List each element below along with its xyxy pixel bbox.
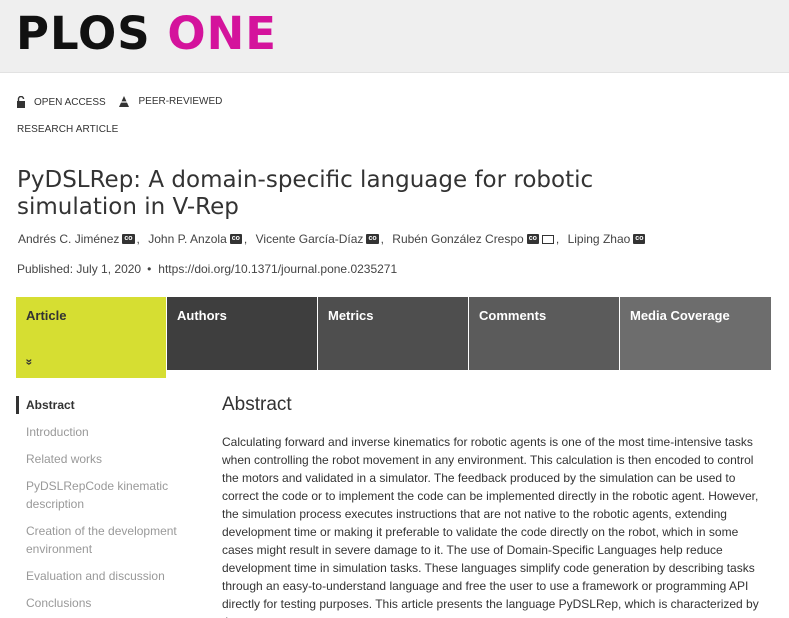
open-access-badge[interactable]: OPEN ACCESS (16, 96, 106, 108)
abstract-text: Calculating forward and inverse kinemati… (222, 435, 759, 618)
author-name: Rubén González Crespo (392, 232, 524, 246)
tab-label: Comments (479, 308, 547, 323)
tab-label: Authors (177, 308, 227, 323)
author-name: Andrés C. Jiménez (18, 232, 120, 246)
nav-item-introduction[interactable]: Introduction (16, 423, 196, 441)
tab-article[interactable]: Article » (16, 297, 167, 378)
nav-item-evaluation[interactable]: Evaluation and discussion (16, 567, 196, 585)
site-header: PLOS ONE (0, 0, 789, 73)
author-item[interactable]: John P. Anzola co, (148, 232, 252, 246)
logo-part-plos: PLOS (16, 7, 151, 60)
peer-reviewed-badge[interactable]: PEER-REVIEWED (118, 95, 222, 108)
plos-one-logo[interactable]: PLOS ONE (16, 9, 277, 59)
article-type: RESEARCH ARTICLE (17, 124, 119, 135)
nav-item-kinematic-description[interactable]: PyDSLRepCode kinematic description (16, 477, 196, 513)
nav-item-abstract[interactable]: Abstract (16, 396, 196, 414)
tab-comments[interactable]: Comments (469, 297, 620, 370)
section-nav: Abstract Introduction Related works PyDS… (16, 396, 196, 618)
peer-review-icon (119, 96, 130, 107)
nav-item-development-environment[interactable]: Creation of the development environment (16, 522, 196, 558)
email-icon[interactable] (541, 234, 554, 244)
orcid-icon: co (633, 234, 646, 244)
author-item[interactable]: Rubén González Crespo co , (392, 232, 564, 246)
open-lock-icon (17, 96, 25, 108)
peer-reviewed-label: PEER-REVIEWED (138, 96, 223, 107)
publication-info: Published: July 1, 2020 • https://doi.org/… (17, 262, 397, 276)
author-item[interactable]: Vicente García-Díaz co, (256, 232, 389, 246)
chevron-down-icon: » (22, 358, 37, 366)
bullet-separator: • (147, 262, 152, 276)
tab-label: Article (26, 308, 67, 323)
author-name: John P. Anzola (148, 232, 227, 246)
orcid-icon: co (526, 234, 539, 244)
tab-media-coverage[interactable]: Media Coverage (620, 297, 771, 370)
doi-link[interactable]: https://doi.org/10.1371/journal.pone.023… (158, 262, 397, 276)
open-access-label: OPEN ACCESS (34, 96, 106, 108)
article-title: PyDSLRep: A domain-specific language for… (17, 167, 594, 220)
section-heading: Abstract (222, 394, 292, 415)
tab-label: Metrics (328, 308, 374, 323)
author-name: Vicente García-Díaz (255, 232, 364, 246)
author-item[interactable]: Andrés C. Jiménez co, (18, 232, 145, 246)
published-date: Published: July 1, 2020 (17, 262, 142, 276)
access-badges: OPEN ACCESS PEER-REVIEWED (16, 95, 232, 111)
orcid-icon: co (366, 234, 379, 244)
tab-metrics[interactable]: Metrics (318, 297, 469, 370)
author-item[interactable]: Liping Zhao co (568, 232, 646, 246)
logo-part-one: ONE (167, 7, 278, 60)
orcid-icon: co (229, 234, 242, 244)
author-list: Andrés C. Jiménez co, John P. Anzola co,… (18, 232, 646, 246)
nav-item-related-works[interactable]: Related works (16, 450, 196, 468)
nav-item-conclusions[interactable]: Conclusions (16, 594, 196, 612)
article-tabs: Article » Authors Metrics Comments Media… (16, 297, 771, 378)
orcid-icon: co (122, 234, 135, 244)
author-name: Liping Zhao (567, 232, 631, 246)
tab-label: Media Coverage (630, 308, 730, 323)
tab-authors[interactable]: Authors (167, 297, 318, 370)
